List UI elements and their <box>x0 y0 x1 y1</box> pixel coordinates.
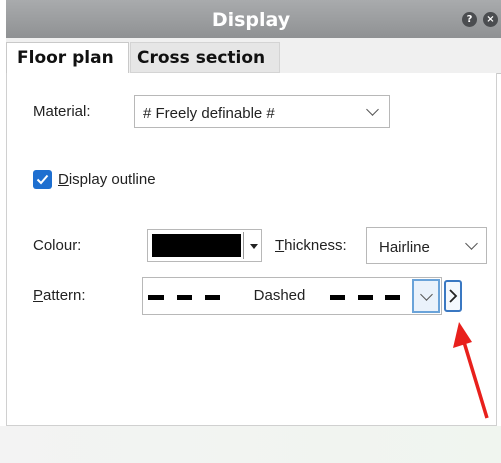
tab-strip: Floor plan Cross section <box>6 38 501 74</box>
display-outline-checkbox[interactable] <box>33 170 52 189</box>
dash-segment <box>205 295 220 300</box>
dash-segment <box>385 295 400 300</box>
chevron-down-icon <box>465 237 478 250</box>
pattern-more-button[interactable] <box>444 280 462 312</box>
colour-swatch <box>152 234 241 257</box>
title-bar: Display ? × <box>6 0 501 39</box>
thickness-value: Hairline <box>379 239 430 256</box>
checkmark-icon <box>36 174 49 185</box>
pattern-dropdown-button[interactable] <box>412 279 440 313</box>
window-title: Display <box>211 9 291 31</box>
dash-segment <box>358 295 373 300</box>
pattern-label: Pattern: <box>33 287 86 304</box>
thickness-label: Thickness: <box>275 237 347 254</box>
chevron-right-icon <box>449 289 458 303</box>
material-dropdown[interactable]: # Freely definable # <box>134 95 390 128</box>
material-label: Material: <box>33 103 91 120</box>
dropdown-arrow-icon <box>250 244 258 249</box>
divider <box>243 232 244 259</box>
colour-label: Colour: <box>33 237 82 254</box>
material-value: # Freely definable # <box>143 105 275 122</box>
thickness-dropdown[interactable]: Hairline <box>366 227 487 264</box>
dash-segment <box>330 295 345 300</box>
chevron-down-icon <box>366 103 379 116</box>
dash-segment <box>148 295 164 300</box>
tab-cross-section[interactable]: Cross section <box>130 42 280 73</box>
dialog-footer <box>0 426 501 463</box>
tab-floor-plan[interactable]: Floor plan <box>6 42 129 74</box>
pattern-value: Dashed <box>238 285 321 307</box>
display-outline-label[interactable]: Display outline <box>58 171 156 188</box>
close-icon[interactable]: × <box>483 12 498 27</box>
red-arrow-annotation <box>453 322 489 419</box>
dash-segment <box>177 295 192 300</box>
chevron-down-icon <box>420 288 433 301</box>
colour-picker[interactable] <box>147 229 262 262</box>
help-icon[interactable]: ? <box>462 12 477 27</box>
